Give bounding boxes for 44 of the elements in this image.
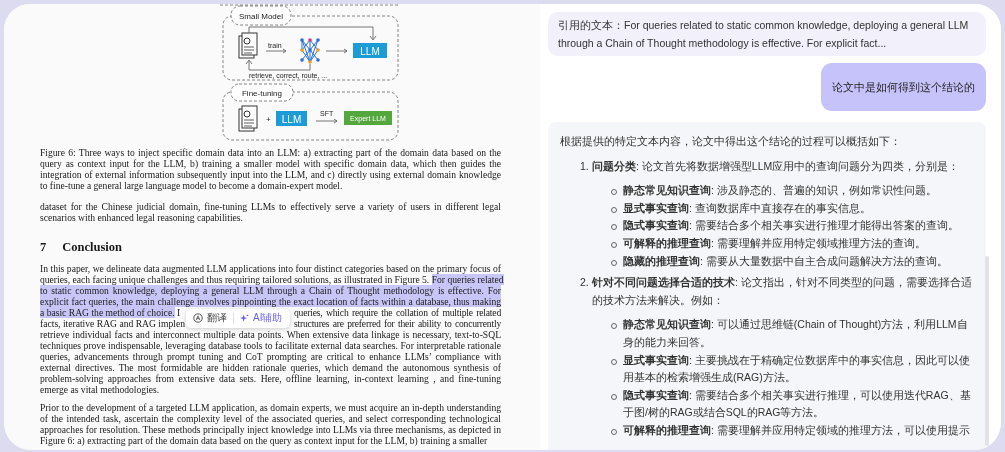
text-line: queries, which require the collation of multiple related xyxy=(294,307,501,318)
section-title: Conclusion xyxy=(62,239,122,255)
loop-arrow xyxy=(245,59,310,71)
arrow xyxy=(265,48,286,54)
list-item-text: 静态常见知识查询: 涉及静态的、普遍的知识，例如常识性问题。 xyxy=(623,183,937,199)
list-item-text: 隐式事实查询: 需要结合多个相关事实进行推理才能得出答案的查询。 xyxy=(623,218,959,234)
list-item-text: 可解释的推理查询: 需要理解并应用特定领域推理方法的查询。 xyxy=(623,235,926,251)
quoted-text: 引用的文本：For queries related to static common knowledge, deploying a general LLM through a Chain of Thought methodology is effective. For explicit fact... xyxy=(548,12,986,56)
list-item-text: 可解释的推理查询: 需要理解并应用特定领域的推理方法，可以使用提示 xyxy=(623,422,970,438)
list-item-text: 静态常见知识查询: 可以通过思维链(Chain of Thought)方法，利用LLM自身的能力来回答。 xyxy=(623,317,969,350)
text-line: facts, iterative RAG and RAG implen xyxy=(40,318,183,329)
figure-caption: Figure 6: Three ways to inject specific domain data into an LLM: a) extracting part of the domain data based on the query as context input for the LLM, b) training a smaller model with specific domain data, which then guides the integration of external information subsequently input into the LLM, and c) directly using external domain knowledge to fine-tune a general large language model to become a domain-expert model. xyxy=(40,147,501,191)
group-label: Fine-tuning xyxy=(230,83,293,102)
list-number: 1. xyxy=(580,158,590,174)
text-line: In this paper, we delineate data augmented LLM applications into four distinct categories based on the primary focus of xyxy=(40,263,501,274)
text-line: structures are preferred for their ability to concurrently xyxy=(294,318,501,329)
list-item-text: 显式事实查询: 查询数据库中直接存在的事实信息。 xyxy=(623,200,871,216)
section-number: 7 xyxy=(40,239,47,255)
paragraph: dataset for the Chinese judicial domain, fine-tuning LLMs to effectively serve a variety of users in different legal scenarios with enhanced legal reasoning capabilities. xyxy=(40,201,501,223)
ai-assist-button[interactable]: AI辅助 xyxy=(237,311,286,325)
list-number: 2. xyxy=(580,275,590,291)
list-item-text: 隐藏的推理查询: 需要从大量数据中自主合成问题解决方法的查询。 xyxy=(623,253,948,269)
model-node: LLM xyxy=(352,43,387,58)
model-node: LLM xyxy=(275,111,307,126)
translate-button[interactable]: 翻译 xyxy=(190,311,230,325)
arrow xyxy=(325,48,347,54)
arrow xyxy=(315,118,337,124)
list-item-text: 针对不同问题选择合适的技术: 论文指出，针对不同类型的问题，需要选择合适的技术方法来解决。例如： xyxy=(592,275,973,308)
list-item-text: 显式事实查询: 主要挑战在于精确定位数据库中的事实信息，因此可以使用基本的检索增强生成(RAG)方法。 xyxy=(623,352,971,386)
sparkle-icon xyxy=(240,313,249,323)
paragraph: Prior to the development of a targeted LLM application, as domain experts, we must acquire an in-depth understanding of the intended task, ascertain the complexity level of the associated queries, and select corresponding technological approaches for resolution. These methods principally inject knowledge into LLMs via three mechanisms, as depicted in Figure 6: a) extracting part of the domain data based on the query as context input for the LLM, b) training a smaller xyxy=(40,402,501,446)
neural-network-icon xyxy=(299,38,320,64)
group-label: Small Model xyxy=(230,5,291,26)
document-icon xyxy=(238,105,257,132)
list-item-text: 隐式事实查询: 需要结合多个相关事实进行推理，可以使用迭代RAG、基于图/树的RAG或结合SQL的RAG等方法。 xyxy=(623,387,972,421)
paragraph-text: retrieve individual facts and interconnect multiple data points. When extensive data linkage is necessary, text-to-SQL techniques prove indispensable, leveraging database tools to facilitate external data searches. For interpretable rationale queries, advancements through prompt tuning and CoT prompting are critical to enhance LLMs’ compliance with external directives. The most formidable are hidden rationale queries, which demand the autonomous synthesis of problem-solving approaches from extensive data sets. Here, offline learning, in-context learning , and fine-tuning emerge as vital methodologies. xyxy=(40,329,501,395)
answer-text: 根据提供的特定文本内容，论文中得出这个结论的过程可以概括如下： xyxy=(560,134,902,149)
translate-icon xyxy=(193,313,203,323)
text-line: queries, each facing unique challenges and thus requiring tailored solutions, as illustrated in Figure 5. For queries related xyxy=(40,274,501,285)
text-line: a basic RAG the method of choice. I xyxy=(40,307,182,318)
plus-sign: + xyxy=(265,115,271,124)
list-item-text: 问题分类: 论文首先将数据增强型LLM应用中的查询问题分为四类，分别是： xyxy=(592,158,960,174)
document-icon xyxy=(238,32,257,59)
user-message: 论文中是如何得到这个结论的 xyxy=(821,63,986,111)
